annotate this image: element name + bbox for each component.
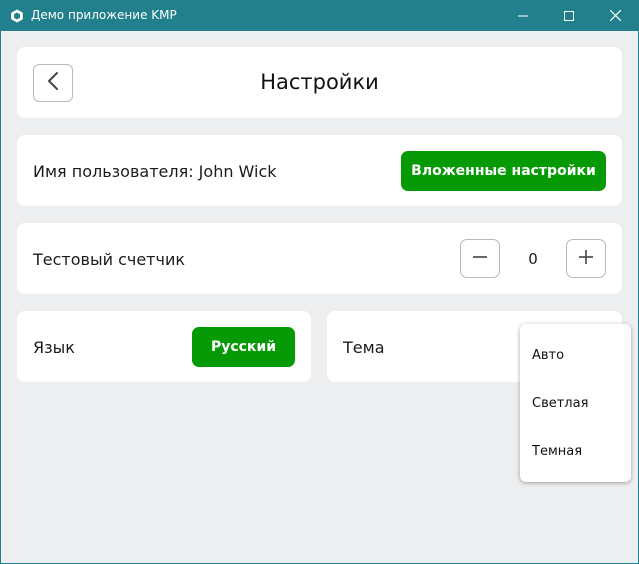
- minus-icon: [471, 248, 489, 270]
- minimize-icon: [518, 6, 528, 25]
- counter-value: 0: [528, 250, 538, 268]
- language-label: Язык: [33, 338, 75, 357]
- window-title: Демо приложение KMP: [31, 8, 177, 22]
- counter-label: Тестовый счетчик: [33, 250, 185, 269]
- language-button[interactable]: Русский: [192, 327, 295, 367]
- theme-option-light[interactable]: Светлая: [532, 396, 588, 411]
- language-card: Язык Русский: [17, 311, 311, 382]
- increment-button[interactable]: [566, 239, 606, 278]
- close-icon: [609, 6, 621, 25]
- maximize-icon: [564, 6, 574, 25]
- theme-dropdown-menu: Авто Светлая Темная: [520, 324, 631, 482]
- header-card: Настройки: [17, 47, 622, 118]
- nested-settings-button[interactable]: Вложенные настройки: [401, 151, 606, 191]
- minimize-button[interactable]: [500, 0, 546, 31]
- user-card: Имя пользователя: John Wick Вложенные на…: [17, 135, 622, 206]
- page-title: Настройки: [260, 70, 379, 94]
- username-label: Имя пользователя: John Wick: [33, 162, 277, 181]
- maximize-button[interactable]: [546, 0, 592, 31]
- plus-icon: [577, 248, 595, 270]
- theme-label: Тема: [343, 338, 385, 357]
- decrement-button[interactable]: [460, 239, 500, 278]
- app-content: Настройки Имя пользователя: John Wick Вл…: [1, 31, 638, 563]
- close-button[interactable]: [592, 0, 638, 31]
- theme-option-dark[interactable]: Темная: [532, 444, 582, 459]
- title-bar[interactable]: Демо приложение KMP: [0, 0, 639, 31]
- theme-option-auto[interactable]: Авто: [532, 348, 564, 363]
- app-logo-icon: [10, 8, 24, 23]
- counter-card: Тестовый счетчик 0: [17, 223, 622, 294]
